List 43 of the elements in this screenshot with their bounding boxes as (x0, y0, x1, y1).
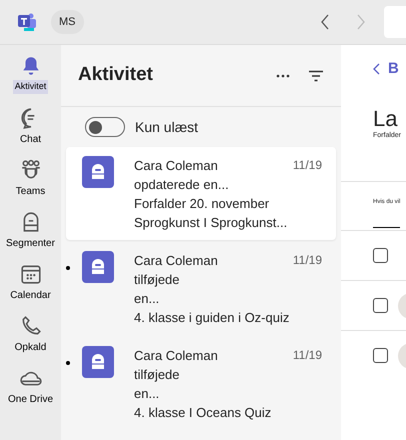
assignment-icon (82, 251, 114, 283)
sender-name: Cara Coleman (134, 157, 218, 175)
account-badge[interactable]: MS (51, 10, 84, 34)
assignment-icon (82, 156, 114, 188)
activity-text: en... (134, 290, 160, 308)
activity-text: tilføjede (134, 271, 181, 289)
timestamp: 11/19 (292, 347, 322, 364)
toggle-label: Kun ulæst (135, 118, 198, 136)
calendar-icon[interactable] (20, 262, 42, 284)
phone-icon[interactable] (20, 314, 42, 336)
row-checkbox[interactable] (373, 298, 388, 313)
activity-text: 4. klasse I Oceans Quiz (134, 404, 272, 422)
people-icon[interactable] (20, 158, 42, 180)
rail-item[interactable]: One Drive (8, 392, 53, 406)
filter-icon[interactable] (308, 70, 324, 82)
activity-text: en... (134, 385, 160, 403)
row-checkbox[interactable] (373, 348, 388, 363)
teams-logo-icon[interactable] (17, 12, 37, 32)
activity-text: opdaterede en... (134, 176, 230, 194)
rail-item[interactable]: Aktivitet (12, 80, 48, 94)
assignment-icon (82, 346, 114, 378)
rail-item[interactable]: Opkald (14, 340, 46, 354)
assignment-title: La (373, 107, 398, 131)
rail-item[interactable]: Calendar (10, 288, 51, 302)
rail-item[interactable]: Chat (20, 132, 42, 146)
activity-text: 4. klasse i guiden i Oz-quiz (134, 309, 290, 327)
activity-text: Sprogkunst I Sprogkunst... (134, 214, 288, 232)
activity-text: Forfalder 20. november (134, 195, 270, 213)
activity-text: tilføjede (134, 366, 181, 384)
row-checkbox[interactable] (373, 248, 388, 263)
more-icon[interactable] (276, 74, 290, 78)
back-icon[interactable] (373, 63, 380, 75)
back-icon[interactable] (320, 14, 330, 30)
timestamp: 11/19 (292, 157, 322, 174)
sender-name: Cara Coleman (134, 252, 218, 270)
sender-name: Cara Coleman (134, 347, 218, 365)
activity-title: Aktivitet (78, 63, 153, 88)
back-link[interactable]: B (388, 58, 399, 80)
rail-item[interactable]: Segmenter (6, 236, 55, 250)
timestamp: 11/19 (292, 252, 322, 269)
activity-card[interactable]: Cara Coleman 11/19 opdaterede en... Forfalder 20. november Sprogkunst I Sprogkunst... (66, 147, 336, 240)
rail-item[interactable]: Teams (16, 184, 46, 198)
unread-toggle[interactable] (85, 117, 125, 137)
